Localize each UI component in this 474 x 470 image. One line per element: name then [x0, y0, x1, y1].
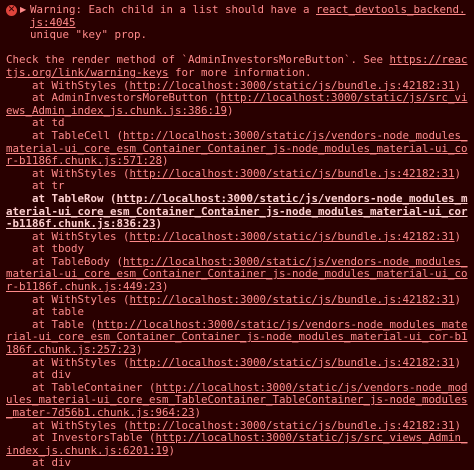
stack-frame-label: at TableContainer ( — [6, 380, 156, 394]
warning-header[interactable]: ✕ ▶ Warning: Each child in a list should… — [6, 3, 468, 42]
stack-frame-label: at WithStyles ( — [6, 166, 130, 180]
stack-frame: at AdminInvestorsMoreButton (http://loca… — [6, 91, 468, 117]
stack-frame: at TableBody (http://localhost:3000/stat… — [6, 254, 468, 294]
stack-frame-close: ) — [136, 343, 143, 357]
error-circle-icon: ✕ — [6, 5, 17, 16]
stack-frame-close: ) — [194, 406, 202, 419]
stack-frame-close: ) — [168, 443, 176, 457]
stack-frame-close: ) — [162, 280, 169, 294]
stack-frame-label: at WithStyles ( — [6, 418, 130, 432]
stack-frame-label: at div — [6, 368, 72, 382]
stack-frame-label: at WithStyles ( — [6, 229, 130, 243]
stack-frame-label: at WithStyles ( — [6, 78, 130, 92]
stack-frame-label: at tr — [6, 179, 65, 193]
stack-frame: at div — [6, 457, 468, 470]
stack-frame-label: at TableBody ( — [6, 254, 124, 268]
stack-frame-close: ) — [155, 217, 163, 231]
stack-frame: at WithStyles (http://localhost:3000/sta… — [6, 166, 468, 181]
render-method-note: Check the render method of `AdminInvesto… — [6, 53, 468, 79]
stack-frame-close: ) — [454, 229, 462, 243]
stack-frame-link[interactable]: http://localhost:3000/static/js/bundle.j… — [130, 419, 455, 432]
stack-frame-label: at TableRow ( — [6, 191, 117, 205]
stack-frame-link[interactable]: http://localhost:3000/static/js/bundle.j… — [130, 230, 455, 243]
stack-frame-link[interactable]: http://localhost:3000/static/js/bundle.j… — [130, 293, 455, 306]
stack-frame-label: at tbody — [6, 242, 85, 256]
stack-frame-label: at Table ( — [6, 317, 98, 331]
stack-frame: at TableCell (http://localhost:3000/stat… — [6, 128, 468, 168]
stack-frame-close: ) — [454, 418, 462, 432]
stack-frame-close: ) — [454, 166, 462, 180]
stack-frame-close: ) — [454, 78, 462, 92]
stack-frame-link[interactable]: http://localhost:3000/static/js/bundle.j… — [130, 167, 455, 180]
stack-frame-link[interactable]: http://localhost:3000/static/js/bundle.j… — [130, 79, 455, 92]
stack-frame-link[interactable]: http://localhost:3000/static/js/bundle.j… — [130, 356, 455, 369]
stack-frame-label: at InvestorsTable ( — [6, 431, 156, 445]
disclosure-triangle-icon[interactable]: ▶ — [20, 4, 28, 17]
stack-frame-label: at div — [6, 456, 72, 470]
stack-frame-label: at WithStyles ( — [6, 292, 130, 306]
stack-frame-label: at table — [6, 305, 85, 319]
warning-text: Warning: Each child in a list should hav… — [30, 3, 466, 42]
stack-frame-label: at WithStyles ( — [6, 355, 130, 369]
stack-frame-label: at TableCell ( — [6, 128, 124, 142]
stack-frame-close: ) — [454, 292, 462, 306]
stack-trace: at WithStyles (http://localhost:3000/sta… — [6, 78, 468, 470]
stack-frame-close: ) — [162, 154, 169, 168]
stack-frame-close: ) — [227, 103, 234, 117]
console-error-message: ✕ ▶ Warning: Each child in a list should… — [0, 0, 474, 469]
stack-frame: at Table (http://localhost:3000/static/j… — [6, 317, 468, 357]
stack-frame: at WithStyles (http://localhost:3000/sta… — [6, 355, 468, 370]
stack-frame: at InvestorsTable (http://localhost:3000… — [6, 431, 468, 457]
stack-frame-label: at td — [6, 116, 65, 130]
stack-frame: at TableContainer (http://localhost:3000… — [6, 380, 468, 420]
stack-frame: at TableRow (http://localhost:3000/stati… — [6, 191, 468, 231]
stack-frame-label: at AdminInvestorsMoreButton ( — [6, 91, 221, 105]
stack-frame-close: ) — [454, 355, 462, 369]
